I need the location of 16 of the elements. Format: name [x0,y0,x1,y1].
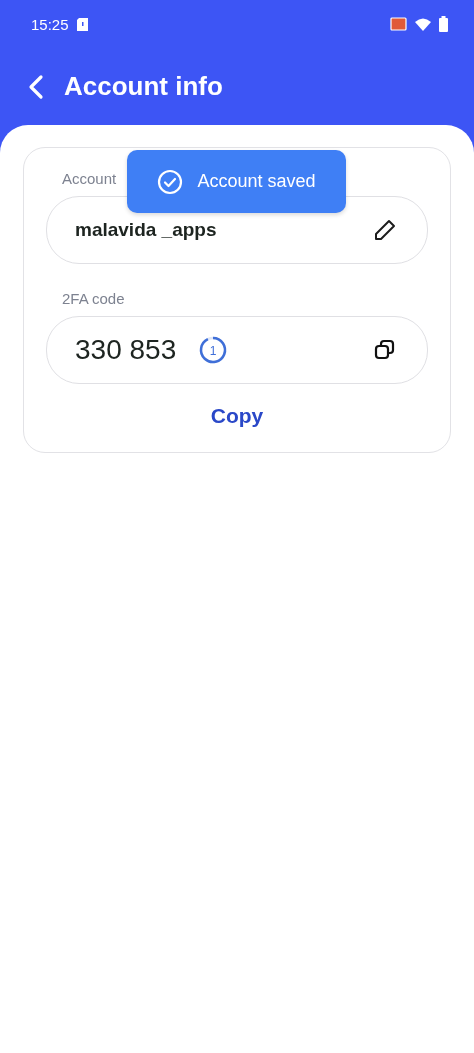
wifi-icon [415,17,431,31]
toast-text: Account saved [197,171,316,192]
account-name: malavida _apps [75,219,217,241]
timer-count: 1 [209,343,217,358]
check-circle-icon [157,168,184,195]
edit-icon[interactable] [373,218,397,242]
sim-card-icon [76,17,88,31]
copy-button[interactable]: Copy [198,398,276,434]
copy-icon[interactable] [373,338,397,362]
field-label: Account [62,170,117,187]
status-time: 15:25 [31,15,69,33]
battery-icon [439,16,448,32]
field-label: 2FA code [62,290,125,307]
cast-icon [390,17,407,31]
page-title: Account info [64,71,223,102]
code-value: 330 853 [75,334,177,366]
